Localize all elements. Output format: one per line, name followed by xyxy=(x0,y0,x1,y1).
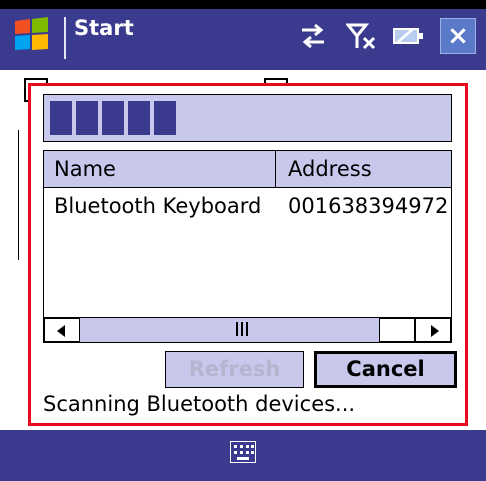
column-header-name[interactable]: Name xyxy=(54,151,116,187)
column-divider[interactable] xyxy=(275,151,276,187)
horizontal-scrollbar[interactable] xyxy=(44,317,451,342)
device-list-header: Name Address xyxy=(44,151,451,188)
title-bar-content: Start × xyxy=(0,9,486,70)
battery-icon[interactable] xyxy=(392,19,426,53)
status-icons: × xyxy=(296,13,476,59)
progress-segment xyxy=(76,101,98,135)
windows-start-icon[interactable] xyxy=(12,15,52,55)
signal-off-icon[interactable] xyxy=(344,19,378,53)
column-header-address[interactable]: Address xyxy=(288,151,372,187)
close-button[interactable]: × xyxy=(440,18,476,54)
device-name-cell: Bluetooth Keyboard xyxy=(54,194,262,218)
sync-icon[interactable] xyxy=(296,19,330,53)
scroll-grip-icon xyxy=(236,322,248,336)
progress-segment xyxy=(50,101,72,135)
refresh-button[interactable]: Refresh xyxy=(165,351,304,388)
device-address-cell: 001638394972 xyxy=(288,194,449,218)
scan-progress-bar xyxy=(43,94,452,142)
menu-bar xyxy=(0,430,486,481)
scroll-left-button[interactable] xyxy=(44,318,80,342)
title-separator xyxy=(64,17,66,59)
progress-segment xyxy=(128,101,150,135)
bluetooth-scan-dialog: Name Address Bluetooth Keyboard 00163839… xyxy=(28,83,468,426)
app-title[interactable]: Start xyxy=(74,16,134,40)
scroll-right-button[interactable] xyxy=(415,318,451,342)
keyboard-icon[interactable] xyxy=(230,441,256,463)
table-row[interactable]: Bluetooth Keyboard 001638394972 xyxy=(44,188,451,224)
background-divider xyxy=(18,130,19,260)
title-bar: Start × xyxy=(0,0,486,70)
progress-segment xyxy=(154,101,176,135)
device-list[interactable]: Name Address Bluetooth Keyboard 00163839… xyxy=(43,150,452,343)
progress-segment xyxy=(102,101,124,135)
scan-status-text: Scanning Bluetooth devices... xyxy=(43,392,356,416)
title-bar-top-band xyxy=(0,0,486,9)
cancel-button[interactable]: Cancel xyxy=(314,351,457,388)
scroll-thumb[interactable] xyxy=(379,318,415,342)
